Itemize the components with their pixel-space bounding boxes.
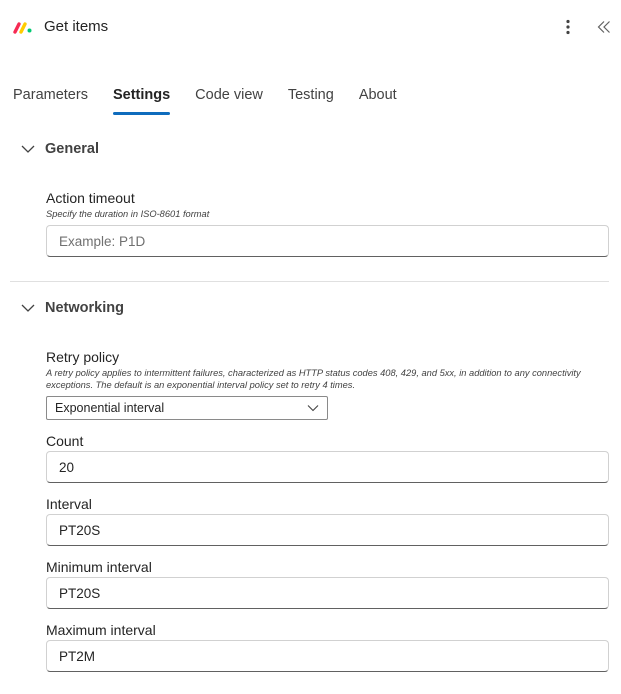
more-options-button[interactable]: [558, 16, 578, 38]
minimum-interval-label: Minimum interval: [46, 559, 152, 575]
count-label: Count: [46, 433, 84, 449]
panel-header: Get items: [0, 0, 621, 56]
tab-about[interactable]: About: [359, 84, 397, 116]
more-vertical-icon: [566, 19, 570, 35]
retry-policy-description: A retry policy applies to intermittent f…: [46, 368, 581, 390]
action-timeout-label: Action timeout: [46, 190, 135, 206]
section-networking-title: Networking: [45, 300, 124, 316]
action-timeout-description: Specify the duration in ISO-8601 format: [46, 209, 210, 219]
monday-logo-icon: [13, 22, 32, 34]
interval-value: PT20S: [59, 522, 101, 538]
section-divider: [10, 281, 609, 282]
chevron-down-icon: [21, 304, 35, 312]
interval-label: Interval: [46, 496, 92, 512]
tab-list: Parameters Settings Code view Testing Ab…: [13, 84, 422, 118]
collapse-panel-button[interactable]: [594, 16, 614, 38]
minimum-interval-value: PT20S: [59, 585, 101, 601]
maximum-interval-label: Maximum interval: [46, 622, 156, 638]
action-timeout-input[interactable]: Example: P1D: [46, 225, 609, 257]
section-networking-header[interactable]: Networking: [20, 300, 124, 316]
double-chevron-left-icon: [597, 21, 610, 33]
tab-parameters[interactable]: Parameters: [13, 84, 88, 116]
interval-input[interactable]: PT20S: [46, 514, 609, 546]
tab-settings[interactable]: Settings: [112, 84, 171, 116]
tab-code-view[interactable]: Code view: [195, 84, 263, 116]
retry-policy-dropdown[interactable]: Exponential interval: [46, 396, 328, 420]
retry-policy-selected: Exponential interval: [55, 401, 165, 415]
section-general-title: General: [45, 141, 99, 157]
count-input[interactable]: 20: [46, 451, 609, 483]
minimum-interval-input[interactable]: PT20S: [46, 577, 609, 609]
maximum-interval-input[interactable]: PT2M: [46, 640, 609, 672]
panel-title: Get items: [44, 18, 109, 35]
section-general-header[interactable]: General: [20, 141, 99, 157]
retry-policy-label: Retry policy: [46, 349, 120, 365]
tab-testing[interactable]: Testing: [288, 84, 334, 116]
count-value: 20: [59, 459, 75, 475]
maximum-interval-value: PT2M: [59, 648, 96, 664]
action-timeout-placeholder: Example: P1D: [59, 233, 146, 249]
chevron-down-icon: [21, 145, 35, 153]
chevron-down-icon: [307, 405, 319, 412]
